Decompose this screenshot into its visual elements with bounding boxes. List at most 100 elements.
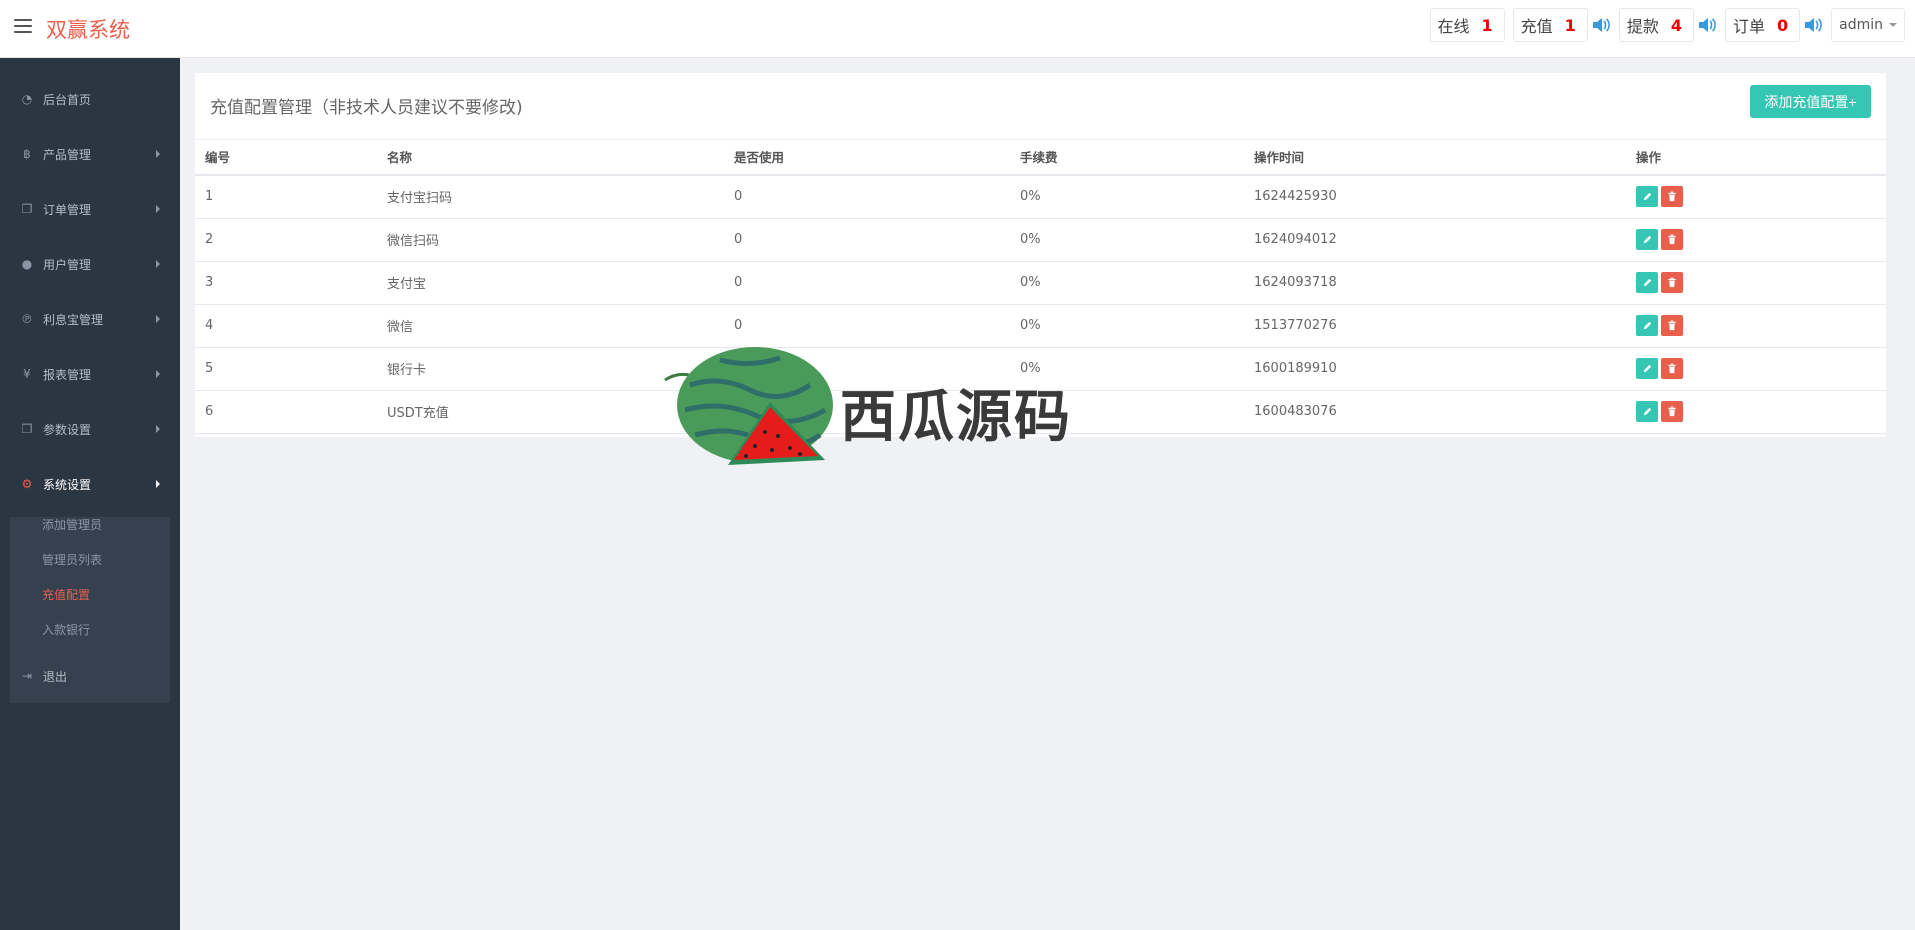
cell-actions: [1626, 218, 1886, 262]
trash-icon: [1668, 363, 1676, 374]
cell-time: 1513770276: [1244, 304, 1626, 348]
speaker-icon[interactable]: [1591, 16, 1611, 34]
edit-button[interactable]: [1636, 358, 1658, 379]
watermelon-icon: [664, 347, 833, 465]
cell-enabled: 0: [724, 175, 1010, 219]
sidebar-item-label: 后台首页: [43, 92, 92, 107]
cell-actions: [1626, 390, 1886, 434]
column-header-id: 编号: [195, 139, 377, 176]
cell-actions: [1626, 304, 1886, 348]
cell-name: 支付宝扫码: [377, 175, 724, 219]
sidebar-item-system[interactable]: ⚙ 系统设置: [0, 469, 180, 499]
cell-id: 3: [195, 261, 377, 305]
cell-enabled: 0: [724, 218, 1010, 262]
stat-recharge-count: 1: [1564, 15, 1576, 35]
sidebar-item-reports[interactable]: ¥ 报表管理: [0, 359, 180, 389]
cell-fee: 0%: [1010, 261, 1244, 305]
chevron-right-icon: [156, 370, 160, 378]
table-header-row: 编号 名称 是否使用 手续费 操作时间 操作: [195, 139, 1886, 176]
stat-recharge[interactable]: 充值 1: [1512, 8, 1588, 42]
speaker-icon[interactable]: [1803, 16, 1823, 34]
header-stats: 在线 1 充值 1 提款 4 订单 0 admin: [1429, 8, 1905, 42]
subnav-recharge-config[interactable]: 充值配置: [42, 586, 90, 603]
sidebar-item-label: 系统设置: [43, 477, 92, 492]
column-header-name: 名称: [377, 139, 724, 176]
column-header-fee: 手续费: [1010, 139, 1244, 176]
watermark: 西瓜源码: [660, 340, 1100, 470]
sidebar-item-label: 用户管理: [43, 257, 92, 272]
trash-icon: [1668, 191, 1676, 202]
menu-toggle-icon[interactable]: [14, 19, 32, 35]
cell-id: 4: [195, 304, 377, 348]
edit-button[interactable]: [1636, 229, 1658, 250]
delete-button[interactable]: [1661, 315, 1683, 336]
copy-icon: ❐: [21, 422, 33, 436]
cell-time: 1624093718: [1244, 261, 1626, 305]
chevron-right-icon: [156, 315, 160, 323]
delete-button[interactable]: [1661, 401, 1683, 422]
chevron-right-icon: [156, 150, 160, 158]
edit-button[interactable]: [1636, 272, 1658, 293]
sidebar-item-logout[interactable]: ⇥ 退出: [0, 661, 180, 691]
bitcoin-icon: ฿: [23, 147, 31, 161]
delete-button[interactable]: [1661, 229, 1683, 250]
delete-button[interactable]: [1661, 272, 1683, 293]
sidebar-item-label: 参数设置: [43, 422, 92, 437]
caret-down-icon: [1889, 23, 1897, 27]
cell-id: 1: [195, 175, 377, 219]
edit-button[interactable]: [1636, 401, 1658, 422]
sidebar-item-products[interactable]: ฿ 产品管理: [0, 139, 180, 169]
sidebar-item-params[interactable]: ❐ 参数设置: [0, 414, 180, 444]
pinterest-icon: ℗: [21, 312, 33, 326]
trash-icon: [1668, 277, 1676, 288]
trash-icon: [1668, 406, 1676, 417]
cell-time: 1600483076: [1244, 390, 1626, 434]
cell-time: 1624425930: [1244, 175, 1626, 219]
gears-icon: ⚙: [21, 477, 33, 491]
subnav-deposit-bank[interactable]: 入款银行: [42, 621, 90, 638]
chevron-right-icon: [156, 425, 160, 433]
top-header: 双赢系统 在线 1 充值 1 提款 4 订单 0 admin: [0, 0, 1915, 58]
pencil-icon: [1643, 321, 1651, 330]
edit-button[interactable]: [1636, 315, 1658, 336]
sidebar-item-label: 报表管理: [43, 367, 92, 382]
subnav-add-admin[interactable]: 添加管理员: [42, 516, 102, 533]
sidebar: ◔ 后台首页 ฿ 产品管理 ❐ 订单管理 ● 用户管理 ℗ 利息宝管理 ¥ 报表…: [0, 58, 180, 930]
stat-orders-label: 订单: [1732, 17, 1765, 36]
cell-name: 微信扫码: [377, 218, 724, 262]
edit-button[interactable]: [1636, 186, 1658, 208]
column-header-time: 操作时间: [1244, 139, 1626, 176]
cell-enabled: 0: [724, 261, 1010, 305]
column-header-actions: 操作: [1626, 139, 1886, 176]
stat-online-count: 1: [1481, 15, 1493, 35]
sidebar-item-users[interactable]: ● 用户管理: [0, 249, 180, 279]
subnav-admin-list[interactable]: 管理员列表: [42, 551, 102, 568]
cell-actions: [1626, 175, 1886, 219]
chevron-right-icon: [156, 205, 160, 213]
stat-orders[interactable]: 订单 0: [1724, 8, 1801, 42]
cell-time: 1624094012: [1244, 218, 1626, 262]
stat-recharge-label: 充值: [1520, 17, 1553, 36]
sidebar-item-label: 利息宝管理: [43, 312, 104, 327]
brand-title[interactable]: 双赢系统: [46, 14, 130, 44]
pencil-icon: [1643, 407, 1651, 416]
stat-withdraw[interactable]: 提款 4: [1618, 8, 1694, 42]
table-row: 1 支付宝扫码 0 0% 1624425930: [195, 175, 1886, 219]
stat-online[interactable]: 在线 1: [1429, 8, 1505, 42]
sidebar-item-label: 产品管理: [43, 147, 92, 162]
sidebar-item-home[interactable]: ◔ 后台首页: [0, 84, 180, 114]
speaker-icon[interactable]: [1697, 16, 1717, 34]
trash-icon: [1668, 234, 1676, 245]
cell-time: 1600189910: [1244, 347, 1626, 391]
user-name: admin: [1839, 17, 1883, 33]
sidebar-item-label: 退出: [43, 669, 68, 684]
copy-icon: ❐: [21, 202, 33, 216]
watermark-text: 西瓜源码: [840, 385, 1072, 450]
user-menu[interactable]: admin: [1831, 8, 1905, 42]
delete-button[interactable]: [1661, 186, 1683, 208]
sidebar-item-orders[interactable]: ❐ 订单管理: [0, 194, 180, 224]
stat-withdraw-count: 4: [1670, 15, 1682, 35]
delete-button[interactable]: [1661, 358, 1683, 379]
sidebar-item-interest[interactable]: ℗ 利息宝管理: [0, 304, 180, 334]
add-recharge-config-button[interactable]: 添加充值配置+: [1750, 85, 1871, 118]
